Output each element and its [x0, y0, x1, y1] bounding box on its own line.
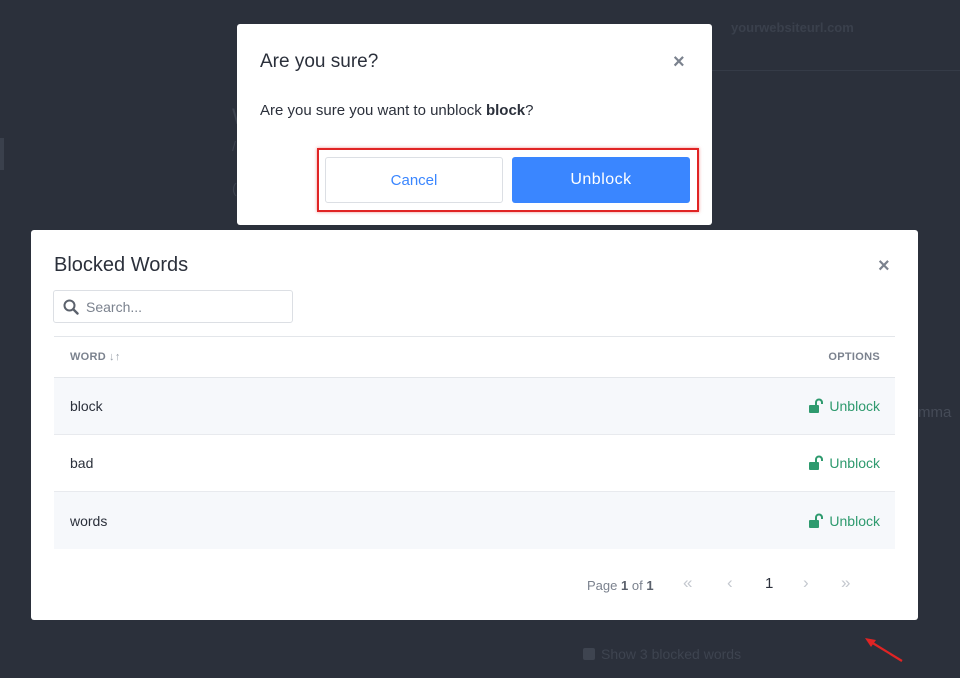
- column-header-word[interactable]: WORD ↓↑: [70, 351, 121, 363]
- page-number-button[interactable]: 1: [765, 575, 773, 592]
- next-page-icon[interactable]: ›: [803, 573, 809, 593]
- unblock-link[interactable]: Unblock: [808, 398, 880, 414]
- background-text-3: mma: [918, 404, 952, 421]
- unblock-link[interactable]: Unblock: [808, 513, 880, 529]
- last-page-icon[interactable]: »: [841, 573, 850, 593]
- table-row: block Unblock: [54, 378, 895, 435]
- table-row: words Unblock: [54, 492, 895, 549]
- cancel-button[interactable]: Cancel: [325, 157, 503, 203]
- background-site-url: yourwebsiteurl.com: [731, 20, 854, 35]
- background-divider: [712, 70, 960, 71]
- confirm-unblock-button[interactable]: Unblock: [512, 157, 690, 203]
- confirm-dialog: Are you sure? × Are you sure you want to…: [237, 24, 712, 225]
- close-icon[interactable]: ×: [673, 52, 685, 72]
- table-row: bad Unblock: [54, 435, 895, 492]
- column-word-label: WORD: [70, 351, 107, 363]
- page-total: 1: [646, 578, 654, 593]
- blocked-words-table: WORD ↓↑ OPTIONS block Unblock bad Unblock: [54, 336, 895, 549]
- page-current: 1: [621, 578, 629, 593]
- background-text-2: (: [232, 180, 237, 196]
- lock-icon: [583, 648, 595, 660]
- blocked-words-title: Blocked Words: [54, 254, 189, 276]
- unblock-label: Unblock: [829, 398, 880, 414]
- close-icon[interactable]: ×: [878, 256, 890, 276]
- unlock-icon: [809, 513, 824, 528]
- background-footer-label: Show 3 blocked words: [601, 646, 742, 662]
- unblock-link[interactable]: Unblock: [808, 455, 880, 471]
- unblock-label: Unblock: [829, 512, 880, 529]
- table-header: WORD ↓↑ OPTIONS: [54, 336, 895, 378]
- background-show-blocked-link: Show 3 blocked words: [583, 646, 741, 662]
- confirm-message-prefix: Are you sure you want to unblock: [260, 102, 486, 119]
- search-icon: [56, 291, 86, 322]
- background-text: /: [232, 138, 236, 154]
- blocked-words-modal: Blocked Words × WORD↓↑ OPTIONS block Unb…: [31, 230, 918, 662]
- search-input[interactable]: [86, 292, 276, 321]
- column-header-options: OPTIONS: [828, 351, 880, 363]
- confirm-dialog-title: Are you sure?: [260, 51, 379, 72]
- confirm-message-word: block: [485, 102, 526, 119]
- unblock-label: Unblock: [829, 455, 880, 471]
- word-cell: bad: [70, 455, 94, 471]
- confirm-message-suffix: ?: [525, 102, 534, 119]
- pagination: Page 1 of 1 « ‹ 1 › »: [587, 573, 887, 596]
- page-label: Page: [587, 578, 618, 593]
- unlock-icon: [809, 398, 824, 413]
- page-of-label: of: [631, 578, 643, 593]
- word-cell: block: [70, 398, 103, 414]
- confirm-dialog-message: Are you sure you want to unblock block?: [260, 102, 534, 119]
- word-cell: words: [70, 512, 108, 529]
- background-sidebar-tab: [0, 138, 4, 170]
- sort-icon[interactable]: ↓↑: [109, 351, 121, 363]
- annotation-arrow-icon: [865, 638, 903, 662]
- first-page-icon[interactable]: «: [683, 573, 692, 593]
- page-indicator: Page 1 of 1: [587, 578, 654, 593]
- search-box: [53, 290, 293, 323]
- prev-page-icon[interactable]: ‹: [727, 573, 733, 593]
- unlock-icon: [809, 455, 824, 470]
